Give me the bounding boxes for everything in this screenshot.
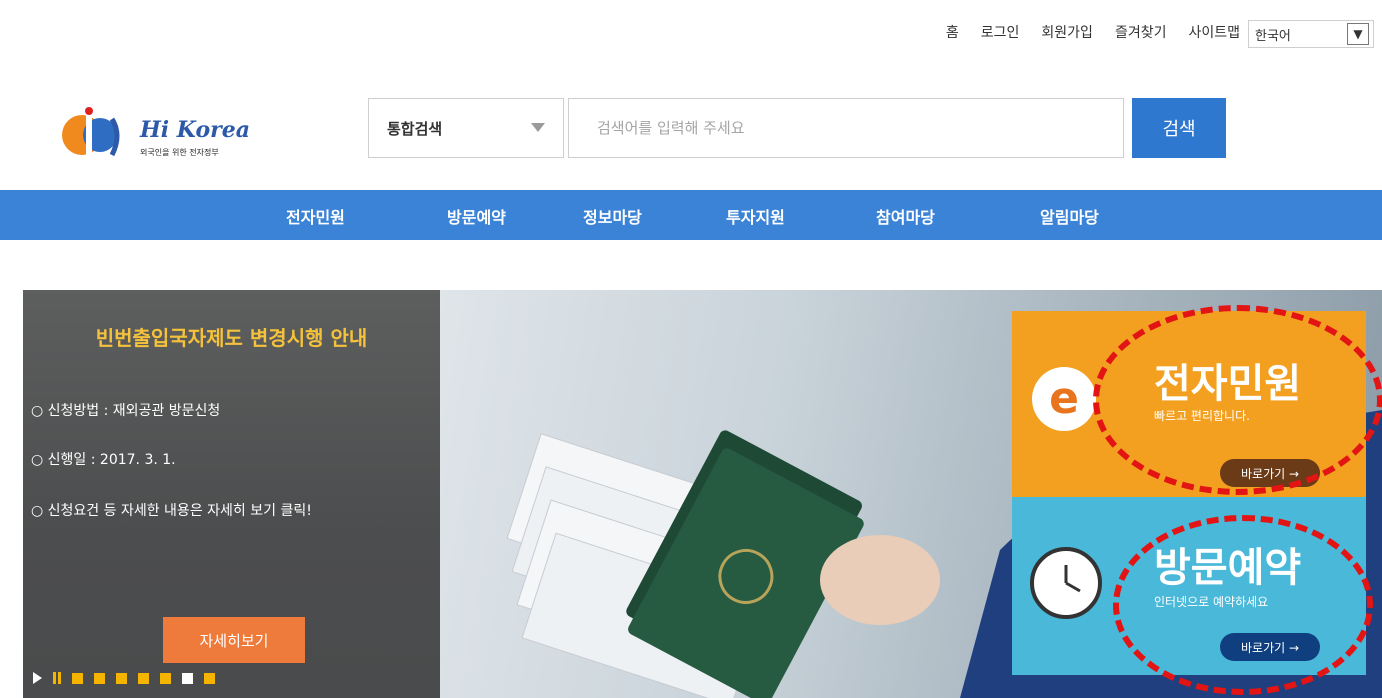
nav-item-participation[interactable]: 참여마당: [876, 204, 935, 228]
e-civil-card[interactable]: e 전자민원 빠르고 편리합니다. 바로가기 →: [1012, 311, 1366, 497]
nav-item-e-civil[interactable]: 전자민원: [286, 204, 345, 228]
nav-item-visit-reservation[interactable]: 방문예약: [447, 204, 506, 228]
notice-line: ○ 신청방법 : 재외공관 방문신청: [31, 403, 221, 419]
language-select[interactable]: 한국어 ▼: [1248, 20, 1374, 48]
caret-down-icon: [531, 123, 545, 132]
nav-item-info[interactable]: 정보마당: [583, 204, 642, 228]
search-category-value: 통합검색: [387, 119, 443, 138]
visit-desc: 인터넷으로 예약하세요: [1154, 595, 1269, 609]
e-civil-go-button[interactable]: 바로가기 →: [1220, 459, 1320, 487]
slide-dot-active[interactable]: [182, 672, 193, 684]
slide-dot[interactable]: [160, 672, 171, 684]
language-value: 한국어: [1255, 28, 1291, 44]
nav-item-notice[interactable]: 알림마당: [1040, 204, 1099, 228]
slide-dot[interactable]: [94, 672, 105, 684]
search-category-select[interactable]: 통합검색: [368, 98, 564, 158]
main-banner: 빈번출입국자제도 변경시행 안내 ○ 신청방법 : 재외공관 방문신청 ○ 신행…: [23, 290, 1382, 698]
logo-title: Hi Korea: [140, 117, 250, 143]
slide-controls: [33, 672, 215, 684]
slide-dot[interactable]: [72, 672, 83, 684]
visit-title: 방문예약: [1154, 545, 1302, 591]
main-nav: 전자민원 방문예약 정보마당 투자지원 참여마당 알림마당: [0, 190, 1382, 240]
detail-button[interactable]: 자세히보기: [163, 617, 305, 663]
search-button[interactable]: 검색: [1132, 98, 1226, 158]
e-civil-title: 전자민원: [1154, 361, 1302, 407]
login-link[interactable]: 로그인: [981, 22, 1020, 42]
slide-dot[interactable]: [204, 672, 215, 684]
slide-dot[interactable]: [138, 672, 149, 684]
chevron-down-icon[interactable]: ▼: [1347, 23, 1369, 45]
sitemap-link[interactable]: 사이트맵: [1188, 22, 1240, 42]
nav-item-investment[interactable]: 투자지원: [726, 204, 785, 228]
notice-line: ○ 신청요건 등 자세한 내용은 자세히 보기 클릭!: [31, 503, 312, 519]
site-logo[interactable]: Hi Korea 외국인을 위한 전자정부: [60, 105, 260, 165]
e-civil-desc: 빠르고 편리합니다.: [1154, 409, 1250, 423]
clock-icon: [1030, 547, 1102, 619]
header: 홈 로그인 회원가입 즐겨찾기 사이트맵 한국어 ▼ Hi Korea 외국인을…: [0, 0, 1382, 190]
e-letter-icon: e: [1032, 367, 1096, 431]
signup-link[interactable]: 회원가입: [1041, 22, 1093, 42]
utility-links: 홈 로그인 회원가입 즐겨찾기 사이트맵: [946, 22, 1240, 42]
visit-card[interactable]: 방문예약 인터넷으로 예약하세요 바로가기 →: [1012, 497, 1366, 675]
notice-title: 빈번출입국자제도 변경시행 안내: [95, 326, 368, 350]
logo-subtitle: 외국인을 위한 전자정부: [140, 148, 219, 157]
notice-line: ○ 신행일 : 2017. 3. 1.: [31, 452, 176, 468]
play-icon[interactable]: [33, 672, 42, 684]
favorites-link[interactable]: 즐겨찾기: [1115, 22, 1167, 42]
slide-dot[interactable]: [116, 672, 127, 684]
search-input[interactable]: [568, 98, 1124, 158]
pause-icon[interactable]: [53, 672, 61, 684]
notice-panel: 빈번출입국자제도 변경시행 안내 ○ 신청방법 : 재외공관 방문신청 ○ 신행…: [23, 290, 440, 698]
visit-go-button[interactable]: 바로가기 →: [1220, 633, 1320, 661]
hikorea-logo-icon: [62, 107, 120, 157]
home-link[interactable]: 홈: [946, 22, 959, 42]
